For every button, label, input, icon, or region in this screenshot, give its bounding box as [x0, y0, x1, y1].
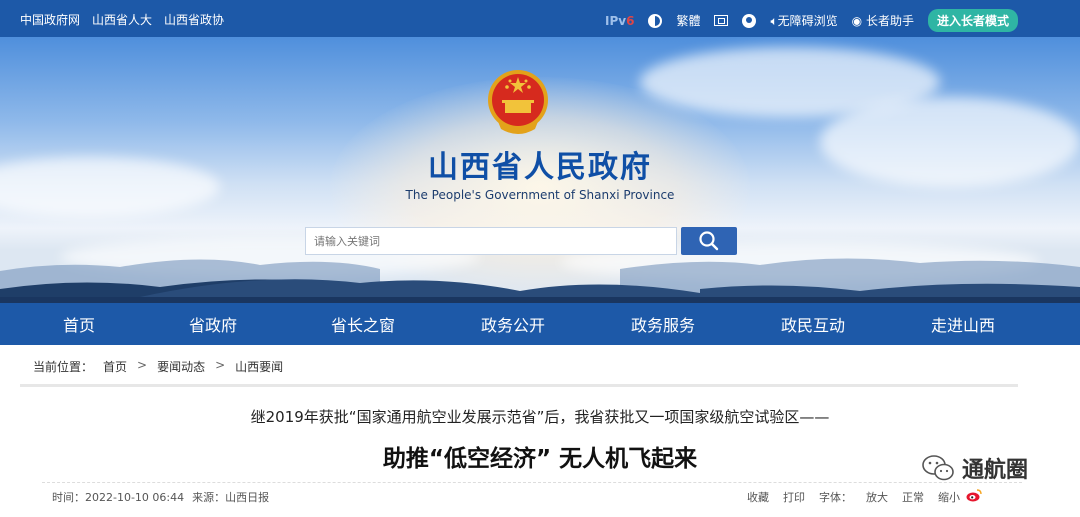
font-size-label: 字体：	[819, 491, 852, 504]
traditional-chinese-toggle[interactable]: 繁體	[676, 12, 700, 29]
link-china-gov[interactable]: 中国政府网	[20, 11, 80, 28]
watermark-text: 通航圈	[962, 458, 1029, 483]
main-nav: 首页 省政府 省长之窗 政务公开 政务服务 政民互动 走进山西	[0, 303, 1080, 345]
elder-assistant-link[interactable]: ◉ 长者助手	[852, 12, 914, 29]
search-input[interactable]	[305, 227, 677, 255]
breadcrumb-prefix: 当前位置：	[33, 360, 94, 374]
search-icon	[699, 231, 719, 251]
search-bar	[305, 227, 737, 255]
ipv6-badge: IPv6	[604, 13, 635, 28]
elder-icon: ◉	[851, 14, 866, 28]
nav-item-gov-affairs-open[interactable]: 政务公开	[438, 312, 588, 336]
national-emblem-icon	[488, 70, 548, 134]
nav-item-provincial-gov[interactable]: 省政府	[138, 312, 288, 336]
site-title: 山西省人民政府	[428, 150, 652, 185]
breadcrumb: 当前位置： 首页 > 要闻动态 > 山西要闻	[33, 358, 283, 375]
contrast-icon[interactable]	[648, 13, 663, 28]
weibo-share-icon[interactable]	[966, 488, 982, 502]
top-tools: IPv6 繁體 🔈︎无障碍浏览 ◉ 长者助手 进入长者模式	[605, 9, 1018, 32]
search-button[interactable]	[681, 227, 737, 255]
site-subtitle: The People's Government of Shanxi Provin…	[405, 188, 675, 202]
article-source: 来源：山西日报	[192, 491, 270, 504]
breadcrumb-item-home[interactable]: 首页	[103, 358, 127, 375]
accessibility-link[interactable]: 🔈︎无障碍浏览	[770, 12, 837, 29]
nav-item-governor[interactable]: 省长之窗	[288, 312, 438, 336]
breadcrumb-separator: >	[137, 358, 148, 372]
speaker-icon: 🔈︎	[770, 14, 778, 28]
breadcrumb-separator: >	[215, 358, 226, 372]
nav-item-about-shanxi[interactable]: 走进山西	[888, 312, 1038, 336]
divider	[20, 384, 1018, 387]
font-normal-button[interactable]: 正常	[902, 489, 924, 505]
nav-item-gov-services[interactable]: 政务服务	[588, 312, 738, 336]
link-shanxi-cppcc[interactable]: 山西省政协	[164, 11, 224, 28]
wechat-watermark: 通航圈	[920, 452, 1028, 484]
publish-time: 时间：2022-10-10 06:44	[52, 491, 185, 504]
top-bar: 中国政府网 山西省人大 山西省政协 IPv6 繁體 🔈︎无障碍浏览 ◉ 长者助手…	[0, 0, 1080, 37]
font-shrink-button[interactable]: 缩小	[938, 489, 960, 505]
article-kicker: 继2019年获批“国家通用航空业发展示范省”后，我省获批又一项国家级航空试验区—…	[250, 408, 830, 426]
nav-item-home[interactable]: 首页	[20, 312, 138, 336]
article-headline: 助推“低空经济” 无人机飞起来	[382, 446, 698, 472]
font-enlarge-button[interactable]: 放大	[866, 489, 888, 505]
print-button[interactable]: 打印	[783, 489, 805, 505]
related-links: 中国政府网 山西省人大 山西省政协	[20, 11, 224, 28]
hero-banner: 山西省人民政府 The People's Government of Shanx…	[0, 37, 1080, 303]
wechat-icon	[922, 455, 954, 481]
link-shanxi-npc[interactable]: 山西省人大	[92, 11, 152, 28]
mobile-site-icon[interactable]	[714, 15, 729, 26]
nav-item-interaction[interactable]: 政民互动	[738, 312, 888, 336]
article-meta: 时间：2022-10-10 06:44 来源：山西日报 收藏 打印 字体： 放大…	[42, 482, 1022, 508]
breadcrumb-item-shanxi-news[interactable]: 山西要闻	[235, 358, 283, 375]
elder-mode-button[interactable]: 进入长者模式	[927, 9, 1018, 32]
breadcrumb-item-news[interactable]: 要闻动态	[157, 358, 205, 375]
favorite-button[interactable]: 收藏	[747, 489, 769, 505]
user-icon[interactable]	[742, 13, 757, 28]
